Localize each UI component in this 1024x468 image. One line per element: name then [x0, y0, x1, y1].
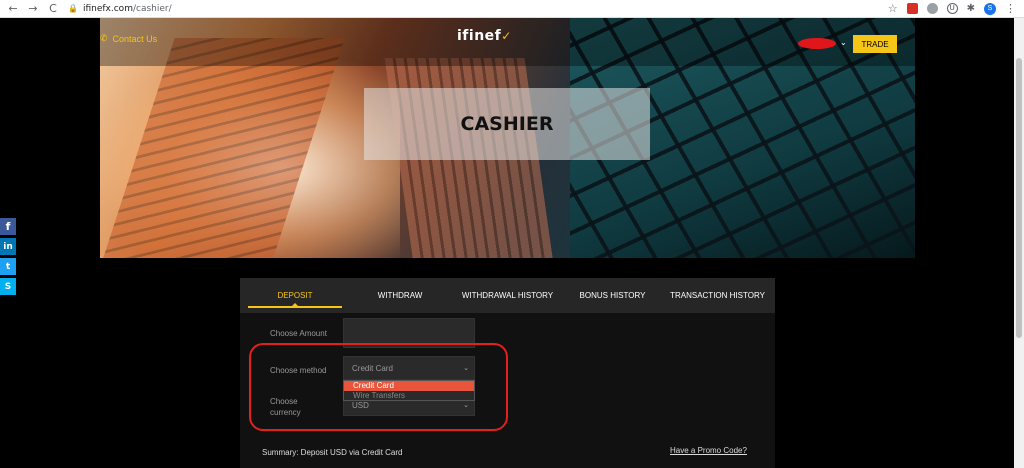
tab-deposit[interactable]: DEPOSIT — [240, 278, 350, 313]
back-icon[interactable]: ← — [6, 2, 20, 16]
extension-red-icon[interactable] — [906, 3, 918, 14]
reload-icon[interactable]: C — [46, 2, 60, 16]
trade-button[interactable]: TRADE — [853, 35, 897, 53]
social-sidebar: f in t S — [0, 218, 16, 295]
deposit-summary: Summary: Deposit USD via Credit Card — [262, 448, 403, 457]
phone-icon: ✆ — [100, 34, 108, 44]
contact-us-label: Contact Us — [112, 34, 158, 44]
user-name-redacted[interactable] — [798, 38, 836, 49]
logo-check-icon: ✓ — [501, 29, 512, 43]
bookmark-star-icon[interactable]: ☆ — [888, 2, 898, 15]
skype-icon[interactable]: S — [0, 278, 16, 295]
browser-toolbar: ← → C 🔒 ifinefx.com /cashier/ ☆ U ✱ S ⋮ — [0, 0, 1024, 18]
extensions-puzzle-icon[interactable]: ✱ — [967, 3, 975, 14]
page-title: CASHIER — [460, 113, 554, 135]
choose-amount-label: Choose Amount — [270, 329, 327, 338]
profile-avatar[interactable]: S — [984, 2, 996, 15]
facebook-icon[interactable]: f — [0, 218, 16, 235]
twitter-icon[interactable]: t — [0, 258, 16, 275]
tab-withdrawal-history[interactable]: WITHDRAWAL HISTORY — [450, 278, 565, 313]
tab-bonus-history[interactable]: BONUS HISTORY — [565, 278, 660, 313]
extension-u-icon[interactable]: U — [946, 3, 958, 14]
cashier-tabs: DEPOSIT WITHDRAW WITHDRAWAL HISTORY BONU… — [240, 278, 775, 313]
linkedin-icon[interactable]: in — [0, 238, 16, 255]
scrollbar-thumb[interactable] — [1016, 58, 1022, 338]
forward-icon[interactable]: → — [26, 2, 40, 16]
browser-menu-icon[interactable]: ⋮ — [1005, 2, 1016, 15]
annotation-highlight-circle — [249, 343, 508, 431]
logo-text: ifinef — [457, 28, 502, 44]
extension-gray-icon[interactable] — [926, 3, 938, 14]
page-title-box: CASHIER — [364, 88, 650, 160]
promo-code-link[interactable]: Have a Promo Code? — [670, 446, 747, 455]
contact-us-link[interactable]: ✆ Contact Us — [100, 34, 157, 44]
tab-transaction-history[interactable]: TRANSACTION HISTORY — [660, 278, 775, 313]
tab-withdraw[interactable]: WITHDRAW — [350, 278, 450, 313]
site-logo[interactable]: ifinef✓ — [457, 28, 512, 44]
lock-icon: 🔒 — [68, 4, 78, 13]
page-scrollbar[interactable] — [1014, 18, 1024, 468]
url-path: /cashier/ — [132, 3, 172, 14]
url-domain: ifinefx.com — [82, 3, 133, 14]
address-bar[interactable]: 🔒 ifinefx.com /cashier/ — [68, 4, 172, 14]
chevron-down-icon[interactable]: ⌄ — [840, 38, 847, 47]
